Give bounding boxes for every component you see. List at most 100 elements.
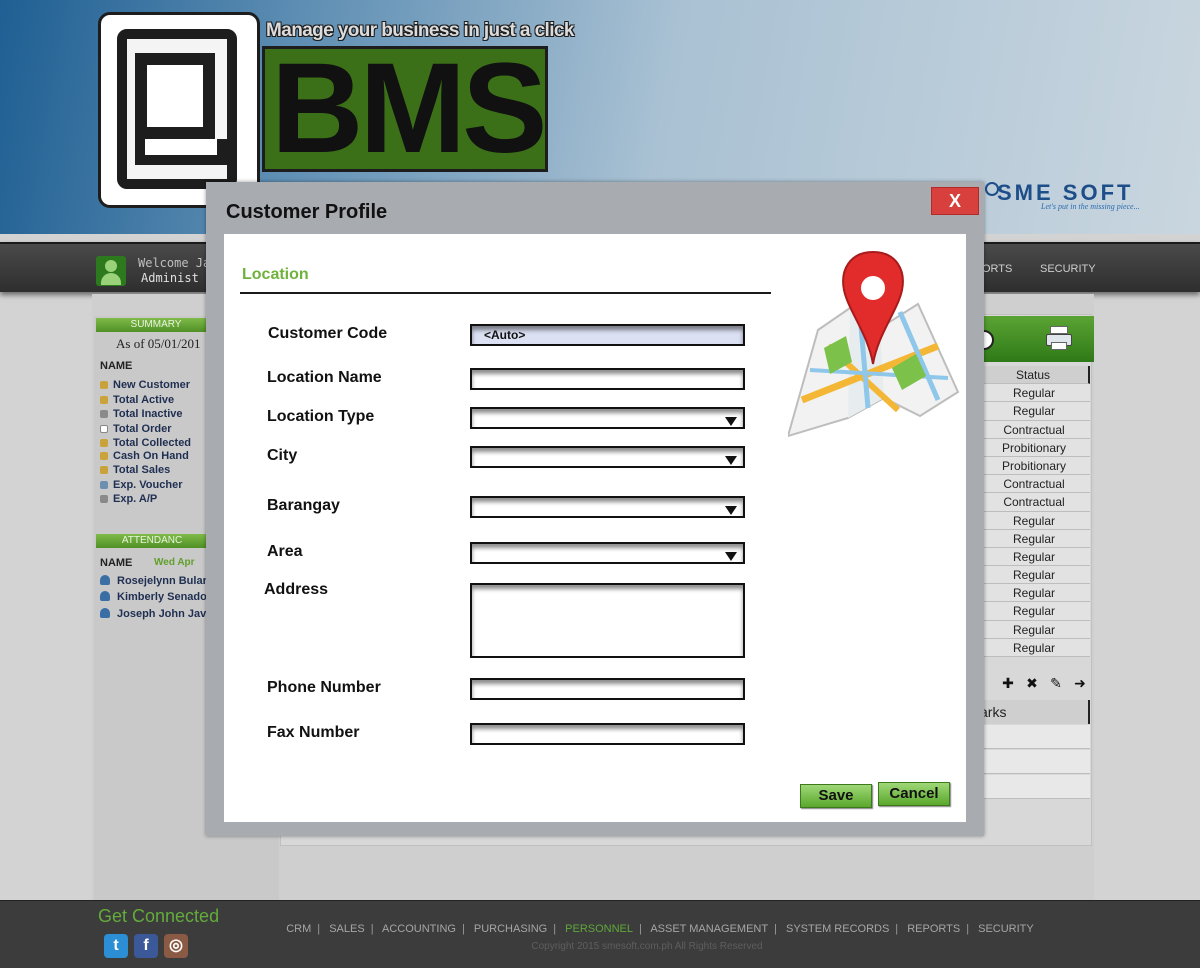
logo-e-bottom — [135, 139, 227, 165]
attendance-title: ATTENDANC — [96, 534, 208, 548]
status-cell: Regular — [978, 402, 1090, 421]
summary-item[interactable]: Total Sales — [100, 464, 170, 476]
person-icon — [100, 608, 110, 618]
close-button[interactable]: X — [931, 187, 979, 215]
footer-link-asset-management[interactable]: ASSET MANAGEMENT — [650, 923, 768, 935]
summary-item[interactable]: New Customer — [100, 379, 190, 391]
summary-item[interactable]: Total Inactive — [100, 408, 182, 420]
user-avatar-icon — [96, 256, 126, 286]
phone-number-input[interactable] — [470, 678, 745, 700]
customer-code-field[interactable]: <Auto> — [470, 324, 745, 346]
copyright: Copyright 2015 smesoft.com.ph All Rights… — [531, 941, 763, 952]
remarks-header: arks — [978, 700, 1090, 724]
footer-link-sales[interactable]: SALES — [329, 923, 364, 935]
city-select[interactable] — [470, 446, 745, 468]
footer-link-personnel[interactable]: PERSONNEL — [565, 923, 633, 935]
remarks-row — [978, 725, 1090, 749]
person-icon — [100, 575, 110, 585]
footer-link-accounting[interactable]: ACCOUNTING — [382, 923, 456, 935]
remarks-row — [978, 775, 1090, 799]
area-select[interactable] — [470, 542, 745, 564]
phone-number-label: Phone Number — [267, 679, 381, 696]
summary-item[interactable]: Total Collected — [100, 437, 191, 449]
area-label: Area — [267, 543, 303, 560]
status-cell: Regular — [978, 547, 1090, 567]
fax-number-input[interactable] — [470, 723, 745, 745]
printer-icon[interactable] — [1046, 326, 1072, 350]
section-title-location: Location — [242, 266, 309, 283]
attendance-date: Wed Apr — [154, 557, 195, 568]
summary-as-of: As of 05/01/201 — [116, 336, 201, 351]
location-name-input[interactable] — [470, 368, 745, 390]
nav-item-security[interactable]: SECURITY — [1040, 263, 1096, 275]
status-cell: Regular — [978, 384, 1090, 403]
customer-code-label: Customer Code — [268, 325, 388, 342]
footer-link-reports[interactable]: REPORTS — [907, 923, 960, 935]
footer-link-security[interactable]: SECURITY — [978, 923, 1034, 935]
footer-links: CRM | SALES | ACCOUNTING | PURCHASING | PERS… — [286, 923, 1034, 935]
x-icon[interactable]: ✖ — [1020, 676, 1044, 692]
status-cell: Regular — [978, 602, 1090, 621]
status-header: Status — [978, 366, 1090, 385]
header-tagline: Manage your business in just a click — [266, 20, 574, 41]
attendance-employee[interactable]: Kimberly Senado — [100, 591, 207, 603]
summary-item[interactable]: Total Active — [100, 394, 174, 406]
person-icon — [100, 591, 110, 601]
status-cell: Regular — [978, 638, 1090, 657]
summary-item[interactable]: Exp. A/P — [100, 493, 157, 505]
status-cell: Contractual — [978, 475, 1090, 494]
status-cell: Regular — [978, 566, 1090, 585]
location-type-select[interactable] — [470, 407, 745, 429]
status-column: Status Regular Regular Contractual Probi… — [978, 366, 1090, 657]
summary-title: SUMMARY — [96, 318, 216, 332]
active-icon — [100, 396, 108, 404]
barangay-select[interactable] — [470, 496, 745, 518]
ebms-logo-e-mark — [98, 12, 260, 208]
cancel-button[interactable]: Cancel — [878, 782, 950, 806]
summary-item[interactable]: Cash On Hand — [100, 450, 189, 462]
logo-e-inner — [135, 53, 215, 139]
modal-title: Customer Profile — [226, 201, 388, 223]
location-name-label: Location Name — [267, 369, 382, 386]
smesoft-slogan: Let's put in the missing piece... — [1041, 202, 1140, 211]
attendance-employee[interactable]: Rosejelynn Bular — [100, 575, 207, 587]
location-type-label: Location Type — [267, 408, 375, 425]
status-cell: Contractual — [978, 420, 1090, 439]
attendance-employee[interactable]: Joseph John Javi — [100, 608, 209, 620]
nav-item-reports[interactable]: ORTS — [982, 263, 1012, 275]
section-divider — [240, 292, 771, 294]
collected-icon — [100, 439, 108, 447]
status-cell: Regular — [978, 529, 1090, 548]
remarks-row — [978, 750, 1090, 774]
ebms-logo-text: BMS — [262, 46, 548, 172]
summary-item[interactable]: Total Order — [100, 423, 171, 435]
smesoft-logo: SME SOFT Let's put in the missing piece.… — [985, 180, 1160, 214]
summary-item[interactable]: Exp. Voucher — [100, 479, 182, 491]
footer-link-crm[interactable]: CRM — [286, 923, 311, 935]
save-button[interactable]: Save — [800, 784, 872, 808]
barangay-label: Barangay — [267, 497, 340, 514]
summary-name-header: NAME — [100, 360, 133, 372]
voucher-icon — [100, 481, 108, 489]
status-cell: Probitionary — [978, 438, 1090, 457]
sales-icon — [100, 466, 108, 474]
status-cell: Regular — [978, 511, 1090, 530]
map-pin-icon — [788, 250, 960, 438]
order-icon — [100, 425, 108, 433]
attendance-name-header: NAME — [100, 557, 133, 569]
user-role: Administ — [141, 271, 199, 285]
status-cell: Contractual — [978, 493, 1090, 512]
pencil-icon[interactable]: ✎ — [1044, 676, 1068, 692]
arrow-right-icon[interactable]: ➜ — [1068, 676, 1092, 692]
status-cell: Regular — [978, 584, 1090, 603]
address-textarea[interactable] — [470, 583, 745, 658]
city-label: City — [267, 447, 298, 464]
footer-link-purchasing[interactable]: PURCHASING — [474, 923, 547, 935]
fax-number-label: Fax Number — [267, 724, 360, 741]
footer-link-system-records[interactable]: SYSTEM RECORDS — [786, 923, 889, 935]
status-cell: Probitionary — [978, 456, 1090, 476]
status-cell: Regular — [978, 620, 1090, 639]
cash-icon — [100, 452, 108, 460]
plus-icon[interactable]: ✚ — [996, 676, 1020, 692]
inactive-icon — [100, 410, 108, 418]
